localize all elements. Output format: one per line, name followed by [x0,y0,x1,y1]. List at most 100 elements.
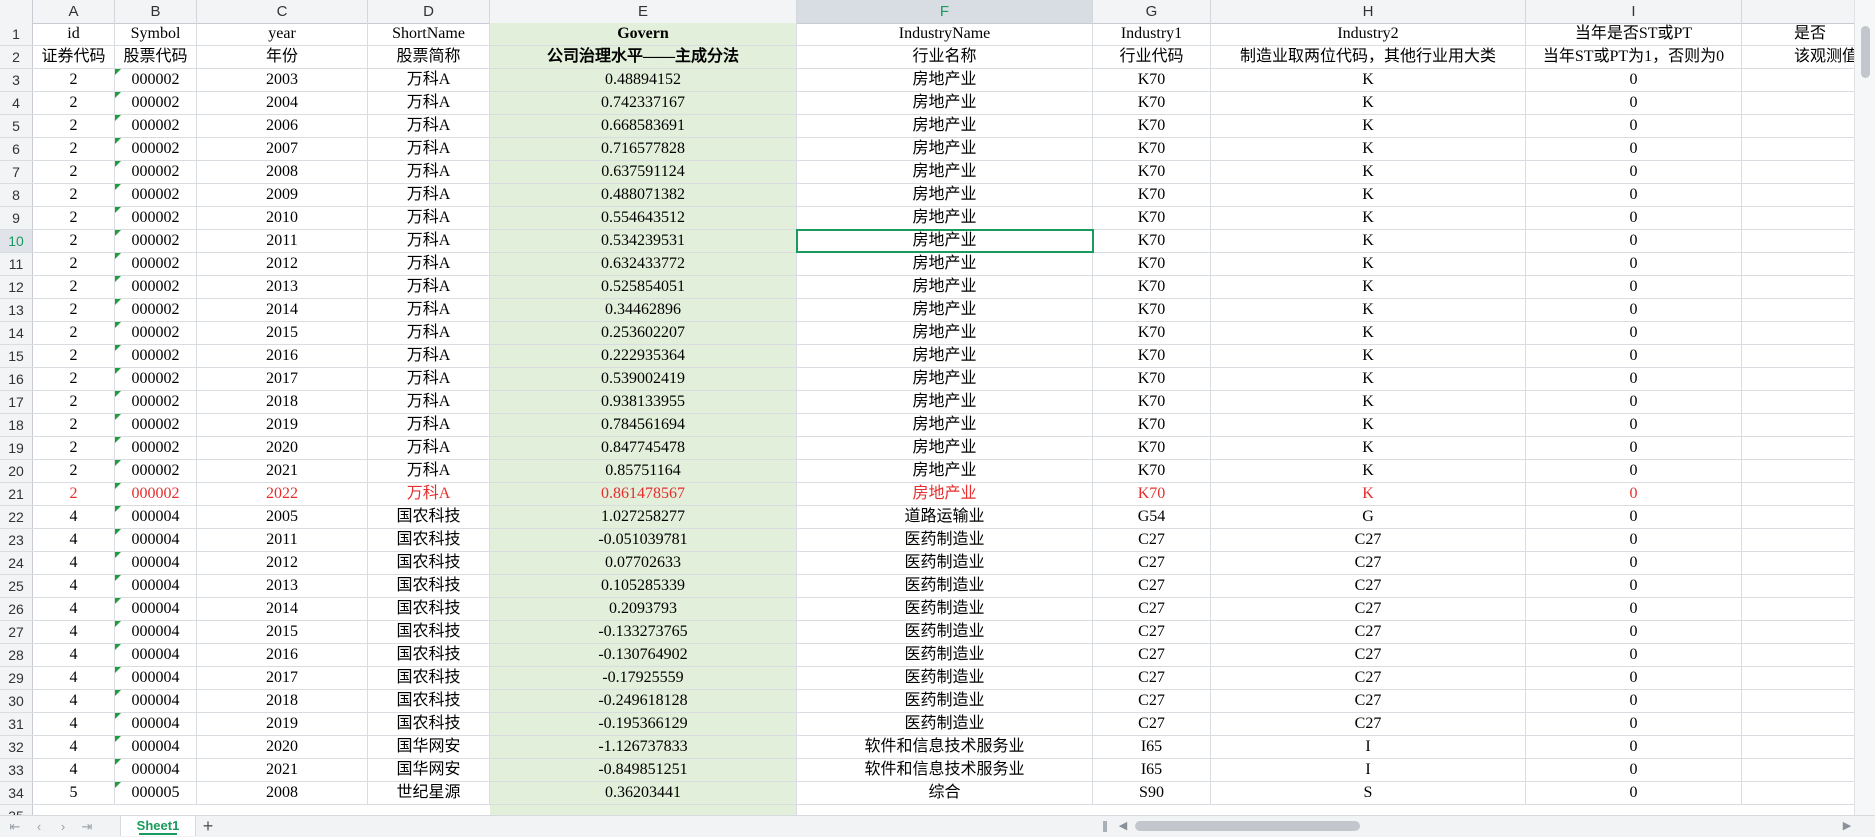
cell[interactable]: K70 [1093,483,1211,505]
cell[interactable]: 2006 [197,115,368,137]
cell[interactable]: K70 [1093,138,1211,160]
cell[interactable] [1742,161,1855,183]
cell[interactable]: 万科A [368,207,490,229]
sheet-tab-sheet1[interactable]: Sheet1 [120,816,196,836]
cell[interactable]: 2008 [197,161,368,183]
cell[interactable]: 股票代码 [115,46,197,68]
cell[interactable] [1742,621,1855,643]
cell[interactable]: 0.525854051 [490,276,797,298]
cell[interactable]: 2018 [197,391,368,413]
column-header-J[interactable] [1742,0,1855,23]
cell[interactable]: K70 [1093,161,1211,183]
cell[interactable]: C27 [1093,644,1211,666]
row-header[interactable]: 26 [0,598,33,620]
cell[interactable]: 0 [1526,529,1742,551]
cell[interactable] [1742,115,1855,137]
cell[interactable] [1742,207,1855,229]
row-header[interactable]: 3 [0,69,33,91]
cell[interactable] [1742,414,1855,436]
cell[interactable]: 2021 [197,460,368,482]
cell[interactable]: 万科A [368,69,490,91]
cell[interactable]: -0.249618128 [490,690,797,712]
cell[interactable]: 4 [33,713,115,735]
cell[interactable]: 0 [1526,92,1742,114]
row-header[interactable]: 21 [0,483,33,505]
cell[interactable]: 000004 [115,667,197,689]
cell[interactable]: 000004 [115,621,197,643]
row-header[interactable]: 23 [0,529,33,551]
cell[interactable]: 0 [1526,782,1742,804]
cell[interactable]: Symbol [115,23,197,45]
cell[interactable]: 当年ST或PT为1，否则为0 [1526,46,1742,68]
cell[interactable]: 医药制造业 [797,552,1093,574]
cell[interactable]: 2 [33,92,115,114]
last-sheet-nav-icon[interactable]: ⇥ [78,816,96,837]
cell[interactable]: 0.85751164 [490,460,797,482]
cell[interactable]: K70 [1093,253,1211,275]
cell[interactable]: 4 [33,552,115,574]
first-sheet-nav-icon[interactable]: ⇤ [6,816,24,837]
row-header[interactable]: 24 [0,552,33,574]
cell[interactable]: 2013 [197,276,368,298]
cell[interactable]: K70 [1093,115,1211,137]
cell[interactable]: G54 [1093,506,1211,528]
cell[interactable]: 2008 [197,782,368,804]
row-header[interactable]: 18 [0,414,33,436]
cell[interactable]: I65 [1093,736,1211,758]
cell[interactable]: 国华网安 [368,736,490,758]
row-header[interactable]: 1 [0,23,33,45]
cell[interactable]: 0.938133955 [490,391,797,413]
cell[interactable] [1742,92,1855,114]
cell[interactable]: 0 [1526,230,1742,252]
cell[interactable] [1742,391,1855,413]
cell[interactable]: K [1211,483,1526,505]
cell[interactable]: 房地产业 [797,345,1093,367]
cell[interactable]: 万科A [368,161,490,183]
cell[interactable]: K [1211,299,1526,321]
row-header[interactable]: 20 [0,460,33,482]
cell[interactable]: 国农科技 [368,529,490,551]
cell[interactable] [1742,713,1855,735]
cell[interactable]: 万科A [368,414,490,436]
cell[interactable]: S [1211,782,1526,804]
cell[interactable]: 0 [1526,184,1742,206]
cell[interactable]: K [1211,184,1526,206]
cell[interactable]: 000002 [115,414,197,436]
cell[interactable]: 国农科技 [368,690,490,712]
cell[interactable] [1742,322,1855,344]
cell[interactable]: 0.488071382 [490,184,797,206]
cell[interactable]: 年份 [197,46,368,68]
cell[interactable]: 0 [1526,414,1742,436]
row-header[interactable]: 30 [0,690,33,712]
cell[interactable]: 2003 [197,69,368,91]
cell[interactable]: K70 [1093,276,1211,298]
column-header-G[interactable]: G [1093,0,1211,23]
cell[interactable]: K [1211,161,1526,183]
cell[interactable]: 2018 [197,690,368,712]
cell[interactable]: 国农科技 [368,667,490,689]
cell[interactable]: 2020 [197,437,368,459]
cell[interactable] [1742,598,1855,620]
row-header[interactable]: 22 [0,506,33,528]
cell[interactable]: 医药制造业 [797,667,1093,689]
row-header[interactable]: 5 [0,115,33,137]
cell[interactable]: 房地产业 [797,184,1093,206]
cell[interactable]: 0.742337167 [490,92,797,114]
cell[interactable]: 万科A [368,92,490,114]
cell[interactable]: 2004 [197,92,368,114]
cell[interactable]: 000004 [115,644,197,666]
cell[interactable]: 国农科技 [368,575,490,597]
cell[interactable]: 0 [1526,345,1742,367]
add-sheet-icon[interactable]: + [198,816,218,837]
cell[interactable]: 2016 [197,644,368,666]
select-all-corner[interactable] [0,0,33,23]
cell[interactable]: 万科A [368,253,490,275]
cell[interactable]: 房地产业 [797,69,1093,91]
cell[interactable]: 房地产业 [797,92,1093,114]
cell[interactable]: 医药制造业 [797,598,1093,620]
cell[interactable]: 0 [1526,621,1742,643]
cell[interactable]: 2012 [197,552,368,574]
cell[interactable]: 2014 [197,299,368,321]
cell[interactable]: 万科A [368,391,490,413]
cell[interactable]: 000002 [115,138,197,160]
